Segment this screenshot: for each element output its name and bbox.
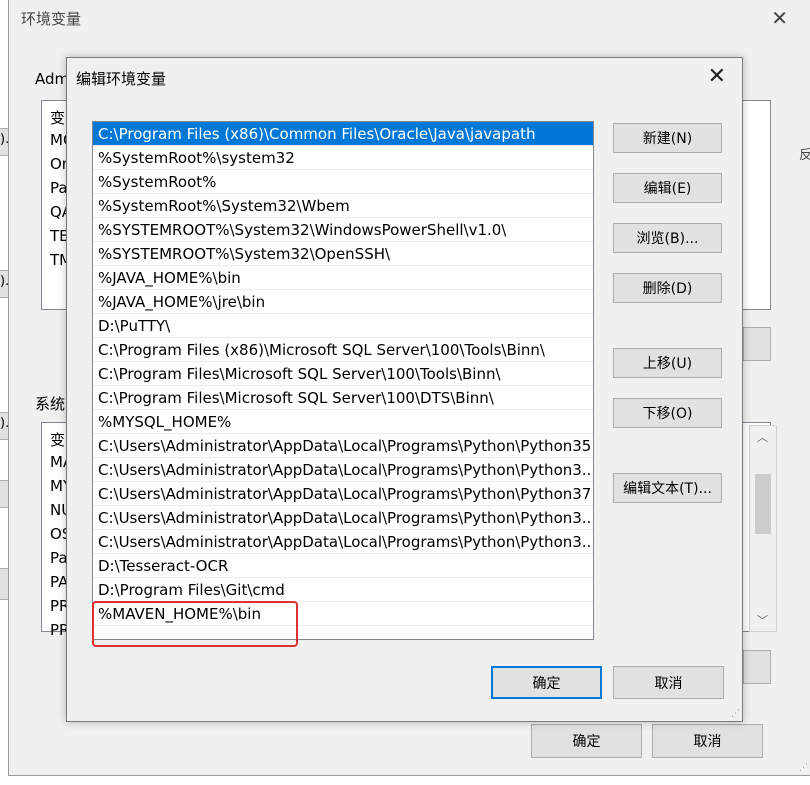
outer-ok-button[interactable]: 确定 — [531, 724, 642, 758]
path-entry[interactable]: C:\Program Files (x86)\Microsoft SQL Ser… — [93, 338, 593, 362]
browse-button[interactable]: 浏览(B)... — [613, 223, 722, 253]
path-entry[interactable]: %SystemRoot% — [93, 170, 593, 194]
move-up-button[interactable]: 上移(U) — [613, 348, 722, 378]
user-var-header: 变 — [50, 109, 66, 127]
delete-button[interactable]: 删除(D) — [613, 273, 722, 303]
user-vars-group-label: Adm — [35, 70, 70, 88]
resize-grip-icon[interactable]: ⋰ — [799, 763, 808, 773]
path-entry[interactable]: D:\PuTTY\ — [93, 314, 593, 338]
outer-cancel-button[interactable]: 取消 — [652, 724, 763, 758]
path-entry[interactable]: %SystemRoot%\System32\Wbem — [93, 194, 593, 218]
path-entry[interactable]: %SYSTEMROOT%\System32\WindowsPowerShell\… — [93, 218, 593, 242]
path-entry[interactable]: %MYSQL_HOME% — [93, 410, 593, 434]
close-icon[interactable]: ✕ — [708, 64, 726, 89]
scroll-thumb[interactable] — [755, 474, 771, 534]
scroll-up-icon[interactable]: ︿ — [757, 429, 768, 445]
system-var-header: 变 — [50, 431, 66, 449]
user-vars-action-button[interactable] — [743, 327, 771, 361]
path-entry[interactable]: C:\Users\Administrator\AppData\Local\Pro… — [93, 482, 593, 506]
new-button[interactable]: 新建(N) — [613, 123, 722, 153]
path-list[interactable]: C:\Program Files (x86)\Common Files\Orac… — [92, 121, 594, 640]
path-entry[interactable]: C:\Users\Administrator\AppData\Local\Pro… — [93, 506, 593, 530]
path-entry[interactable]: %JAVA_HOME%\jre\bin — [93, 290, 593, 314]
user-var-row[interactable]: Pa — [50, 179, 68, 197]
ok-button[interactable]: 确定 — [491, 666, 602, 699]
edit-button[interactable]: 编辑(E) — [613, 173, 722, 203]
path-entry[interactable]: %SYSTEMROOT%\System32\OpenSSH\ — [93, 242, 593, 266]
highlight-annotation — [92, 601, 298, 647]
edit-text-button[interactable]: 编辑文本(T)... — [613, 473, 722, 503]
system-vars-group-label: 系统 — [35, 395, 66, 413]
path-entry[interactable]: %SystemRoot%\system32 — [93, 146, 593, 170]
path-entry[interactable]: %JAVA_HOME%\bin — [93, 266, 593, 290]
path-entry[interactable]: C:\Users\Administrator\AppData\Local\Pro… — [93, 530, 593, 554]
outer-dialog-title: 环境变量 — [21, 10, 82, 28]
system-vars-scrollbar[interactable]: ︿ ﹀ — [749, 425, 777, 632]
path-entry[interactable]: D:\Tesseract-OCR — [93, 554, 593, 578]
system-vars-action-button[interactable] — [743, 650, 771, 684]
edge-text-4: 反 — [799, 148, 810, 163]
edit-dialog-title: 编辑环境变量 — [76, 70, 167, 88]
path-entry[interactable]: C:\Program Files (x86)\Common Files\Orac… — [93, 122, 593, 146]
path-entry[interactable]: C:\Program Files\Microsoft SQL Server\10… — [93, 386, 593, 410]
resize-grip-icon[interactable]: ⋰ — [731, 709, 740, 719]
path-entry[interactable]: C:\Users\Administrator\AppData\Local\Pro… — [93, 434, 593, 458]
path-entry[interactable]: C:\Users\Administrator\AppData\Local\Pro… — [93, 458, 593, 482]
move-down-button[interactable]: 下移(O) — [613, 398, 722, 428]
scroll-down-icon[interactable]: ﹀ — [757, 612, 768, 628]
path-entry[interactable]: D:\Program Files\Git\cmd — [93, 578, 593, 602]
cancel-button[interactable]: 取消 — [613, 666, 724, 699]
outer-close-icon[interactable]: ✕ — [771, 6, 788, 30]
path-entry[interactable]: C:\Program Files\Microsoft SQL Server\10… — [93, 362, 593, 386]
system-var-row[interactable]: Pa — [50, 549, 68, 567]
